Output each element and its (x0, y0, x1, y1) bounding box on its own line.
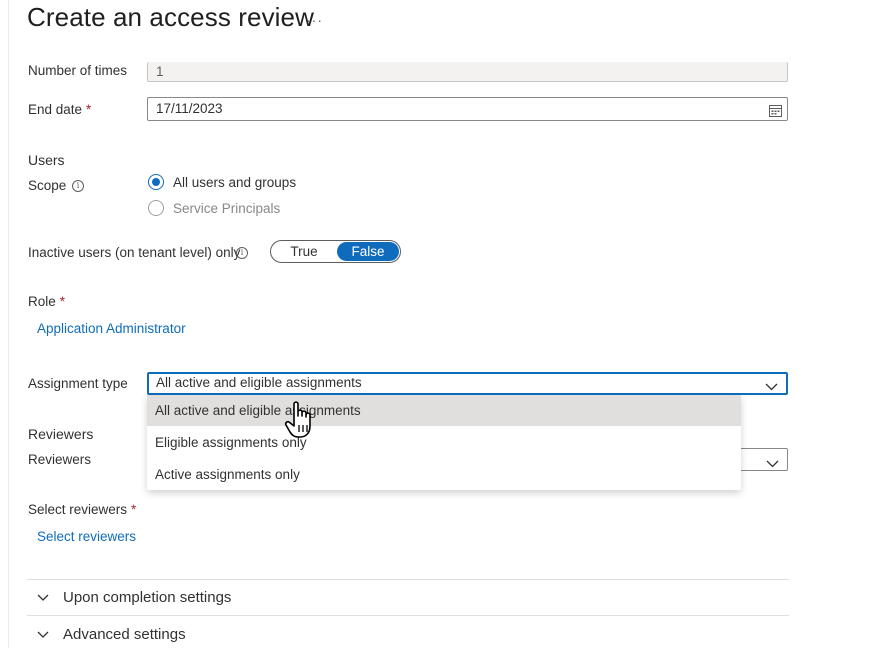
toggle-false-option[interactable]: False (337, 242, 399, 261)
info-icon[interactable]: i (72, 180, 84, 192)
select-reviewers-label: Select reviewers * (28, 502, 136, 517)
required-marker: * (131, 502, 137, 517)
select-reviewers-label-text: Select reviewers (28, 502, 128, 517)
reviewers-section-heading: Reviewers (28, 426, 94, 442)
chevron-down-icon (37, 589, 49, 606)
hand-cursor-icon (284, 400, 320, 445)
role-label-text: Role (28, 294, 56, 309)
end-date-label-text: End date (28, 102, 83, 117)
chevron-down-icon (766, 454, 779, 474)
role-link[interactable]: Application Administrator (37, 321, 186, 336)
scope-option-all-users[interactable]: All users and groups (173, 175, 296, 190)
upon-completion-settings-section[interactable]: Upon completion settings (37, 589, 231, 606)
scope-radio-service-principals[interactable] (148, 200, 164, 216)
page-title: Create an access review (27, 2, 314, 32)
inactive-users-label: Inactive users (on tenant level) only (28, 245, 241, 260)
users-section-heading: Users (28, 152, 65, 168)
select-reviewers-link[interactable]: Select reviewers (37, 529, 136, 544)
assignment-type-dropdown[interactable]: All active and eligible assignments (147, 372, 788, 395)
inactive-users-toggle[interactable]: True False (270, 240, 401, 263)
chevron-down-icon (765, 378, 778, 396)
section-label: Advanced settings (63, 626, 186, 643)
scope-radio-all-users[interactable] (148, 174, 164, 190)
required-marker: * (59, 294, 66, 309)
section-divider (27, 579, 789, 580)
advanced-settings-section[interactable]: Advanced settings (37, 626, 186, 643)
menu-option-all-active-eligible[interactable]: All active and eligible assignments (147, 395, 741, 426)
number-of-times-field: 1 (147, 62, 788, 82)
more-icon[interactable]: ··· (306, 12, 323, 28)
section-label: Upon completion settings (63, 589, 232, 606)
scope-option-service-principals[interactable]: Service Principals (173, 201, 280, 216)
chevron-down-icon (37, 626, 49, 643)
assignment-type-menu: All active and eligible assignments Elig… (147, 395, 741, 490)
panel-left-border (8, 0, 9, 648)
section-divider (27, 615, 789, 616)
required-marker: * (86, 102, 92, 117)
assignment-type-value: All active and eligible assignments (156, 375, 362, 390)
calendar-icon[interactable] (769, 102, 782, 124)
end-date-field[interactable]: 17/11/2023 (147, 97, 788, 121)
scope-label: Scope (28, 178, 67, 193)
menu-option-active-only[interactable]: Active assignments only (147, 459, 741, 490)
assignment-type-label: Assignment type (28, 376, 128, 391)
end-date-label: End date * (28, 102, 91, 117)
toggle-true-option[interactable]: True (273, 242, 335, 261)
reviewers-label: Reviewers (28, 452, 92, 467)
role-label: Role * (28, 294, 65, 309)
end-date-value: 17/11/2023 (156, 101, 223, 116)
info-icon[interactable]: i (236, 247, 248, 259)
menu-option-eligible-only[interactable]: Eligible assignments only (147, 427, 741, 458)
number-of-times-label: Number of times (28, 63, 128, 78)
